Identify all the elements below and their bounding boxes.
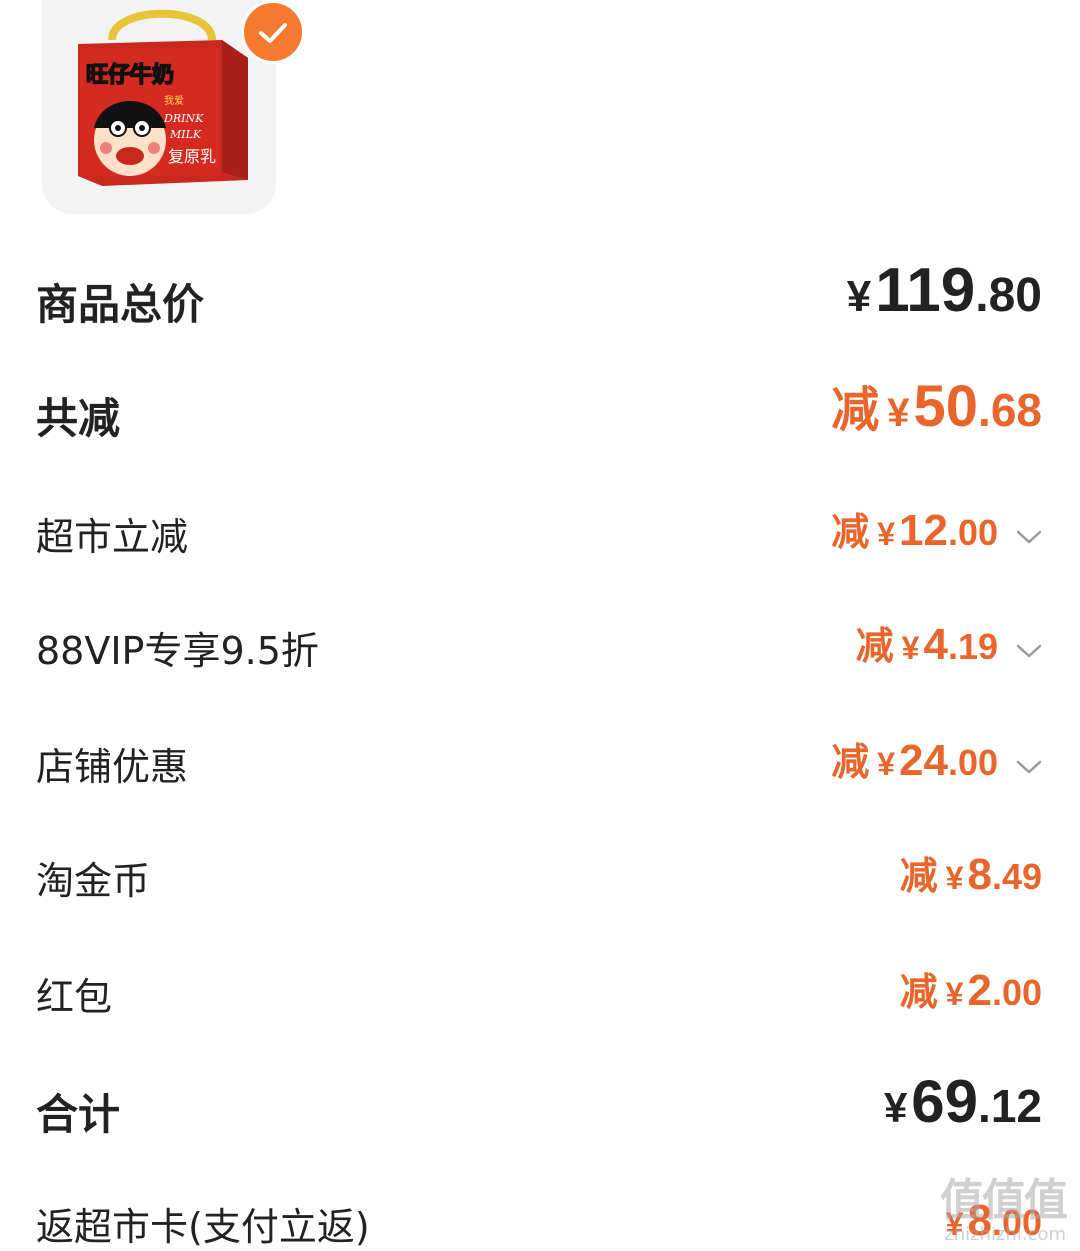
row-label: 红包 (36, 975, 113, 1019)
row-label: 超市立减 (36, 515, 189, 559)
row-amount: ¥69.12 (883, 1068, 1042, 1135)
svg-text:旺仔牛奶: 旺仔牛奶 (86, 62, 174, 88)
row-total-price: 商品总价 ¥119.80 (36, 256, 1042, 329)
svg-text:我爱: 我爱 (164, 94, 184, 107)
row-store-discount[interactable]: 店铺优惠 减 ¥24.00 (36, 726, 1042, 786)
row-taojinbi: 淘金币 减 ¥8.49 (36, 840, 1042, 900)
row-amount: 减 ¥50.68 (831, 374, 1042, 439)
row-label: 88VIP专享9.5折 (36, 629, 319, 673)
row-label: 店铺优惠 (36, 745, 189, 789)
row-label: 合计 (36, 1090, 121, 1139)
row-grand-total: 合计 ¥69.12 (36, 1068, 1042, 1139)
watermark-url: zhizhizhi.com (944, 1224, 1066, 1245)
svg-text:复原乳: 复原乳 (168, 147, 216, 166)
row-total-discount: 共减 减 ¥50.68 (36, 374, 1042, 443)
check-icon[interactable] (241, 0, 305, 64)
row-amount: 减 ¥24.00 (831, 731, 1042, 786)
row-label: 共减 (36, 394, 121, 443)
row-supermarket-discount[interactable]: 超市立减 减 ¥12.00 (36, 496, 1042, 556)
watermark-logo: 值值值 (940, 1175, 1068, 1226)
row-red-packet: 红包 减 ¥2.00 (36, 956, 1042, 1016)
row-amount: 减 ¥8.49 (899, 850, 1042, 899)
row-label: 淘金币 (36, 859, 151, 903)
chevron-down-icon[interactable] (1002, 529, 1042, 550)
row-88vip-discount[interactable]: 88VIP专享9.5折 减 ¥4.19 (36, 610, 1042, 670)
row-amount: 减 ¥4.19 (856, 615, 1042, 670)
svg-text:MILK: MILK (169, 128, 202, 141)
row-amount: 减 ¥2.00 (899, 966, 1042, 1015)
row-label: 返超市卡(支付立返) (36, 1205, 370, 1249)
row-amount: 减 ¥12.00 (831, 501, 1042, 556)
chevron-down-icon[interactable] (1002, 759, 1042, 780)
product-image: 旺仔牛奶 我爱 DRINK MILK 复原乳 (78, 9, 248, 186)
chevron-down-icon[interactable] (1002, 643, 1042, 664)
svg-text:DRINK: DRINK (163, 112, 204, 125)
row-label: 商品总价 (36, 280, 205, 329)
row-amount: ¥119.80 (846, 256, 1042, 325)
product-thumbnail[interactable]: 旺仔牛奶 我爱 DRINK MILK 复原乳 (42, 0, 305, 214)
row-supermarket-card-rebate: 返超市卡(支付立返) ¥8.00 (36, 1186, 1042, 1246)
watermark: 值值值 zhizhizhi.com (940, 1164, 1068, 1245)
